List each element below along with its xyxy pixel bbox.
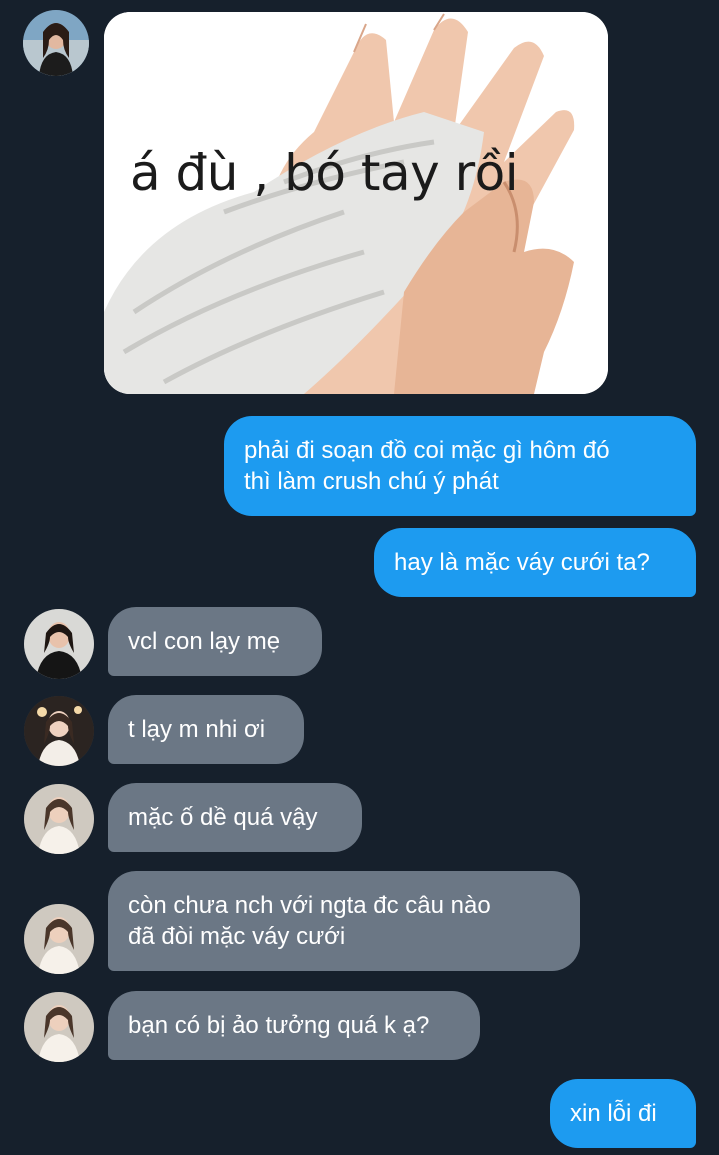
- avatar-photo: [24, 784, 94, 854]
- avatar-photo: [24, 609, 94, 679]
- outgoing-message-bubble[interactable]: xin lỗi đi: [550, 1079, 696, 1148]
- message-text: còn chưa nch với ngta đc câu nào: [128, 892, 491, 919]
- avatar[interactable]: [24, 992, 94, 1062]
- sticker-image[interactable]: á đù , bó tay rồi: [104, 12, 608, 394]
- bandaged-hand-illustration: [104, 12, 608, 394]
- incoming-message-bubble[interactable]: bạn có bị ảo tưởng quá k ạ?: [108, 991, 480, 1060]
- message-text: vcl con lạy mẹ: [128, 628, 281, 655]
- message-text: phải đi soạn đồ coi mặc gì hôm đó: [244, 437, 610, 464]
- avatar-photo: [24, 992, 94, 1062]
- outgoing-message-bubble[interactable]: hay là mặc váy cưới ta?: [374, 528, 696, 597]
- incoming-message-bubble[interactable]: mặc ố dề quá vậy: [108, 783, 362, 852]
- incoming-message-bubble[interactable]: vcl con lạy mẹ: [108, 607, 322, 676]
- sticker-caption: á đù , bó tay rồi: [130, 144, 519, 202]
- avatar[interactable]: [24, 609, 94, 679]
- incoming-message-bubble[interactable]: còn chưa nch với ngta đc câu nào đã đòi …: [108, 871, 580, 971]
- avatar[interactable]: [24, 904, 94, 974]
- message-text: thì làm crush chú ý phát: [244, 468, 499, 495]
- message-text: hay là mặc váy cưới ta?: [394, 549, 650, 576]
- incoming-message-bubble[interactable]: t lạy m nhi ơi: [108, 695, 304, 764]
- message-text: t lạy m nhi ơi: [128, 716, 266, 743]
- message-text: bạn có bị ảo tưởng quá k ạ?: [128, 1012, 430, 1039]
- avatar[interactable]: [24, 784, 94, 854]
- message-text: xin lỗi đi: [570, 1100, 657, 1127]
- avatar-photo: [24, 904, 94, 974]
- avatar-photo: [23, 10, 89, 76]
- outgoing-message-bubble[interactable]: phải đi soạn đồ coi mặc gì hôm đó thì là…: [224, 416, 696, 516]
- avatar[interactable]: [24, 696, 94, 766]
- avatar-photo: [24, 696, 94, 766]
- message-text: đã đòi mặc váy cưới: [128, 923, 346, 950]
- message-text: mặc ố dề quá vậy: [128, 804, 318, 831]
- avatar[interactable]: [23, 10, 89, 76]
